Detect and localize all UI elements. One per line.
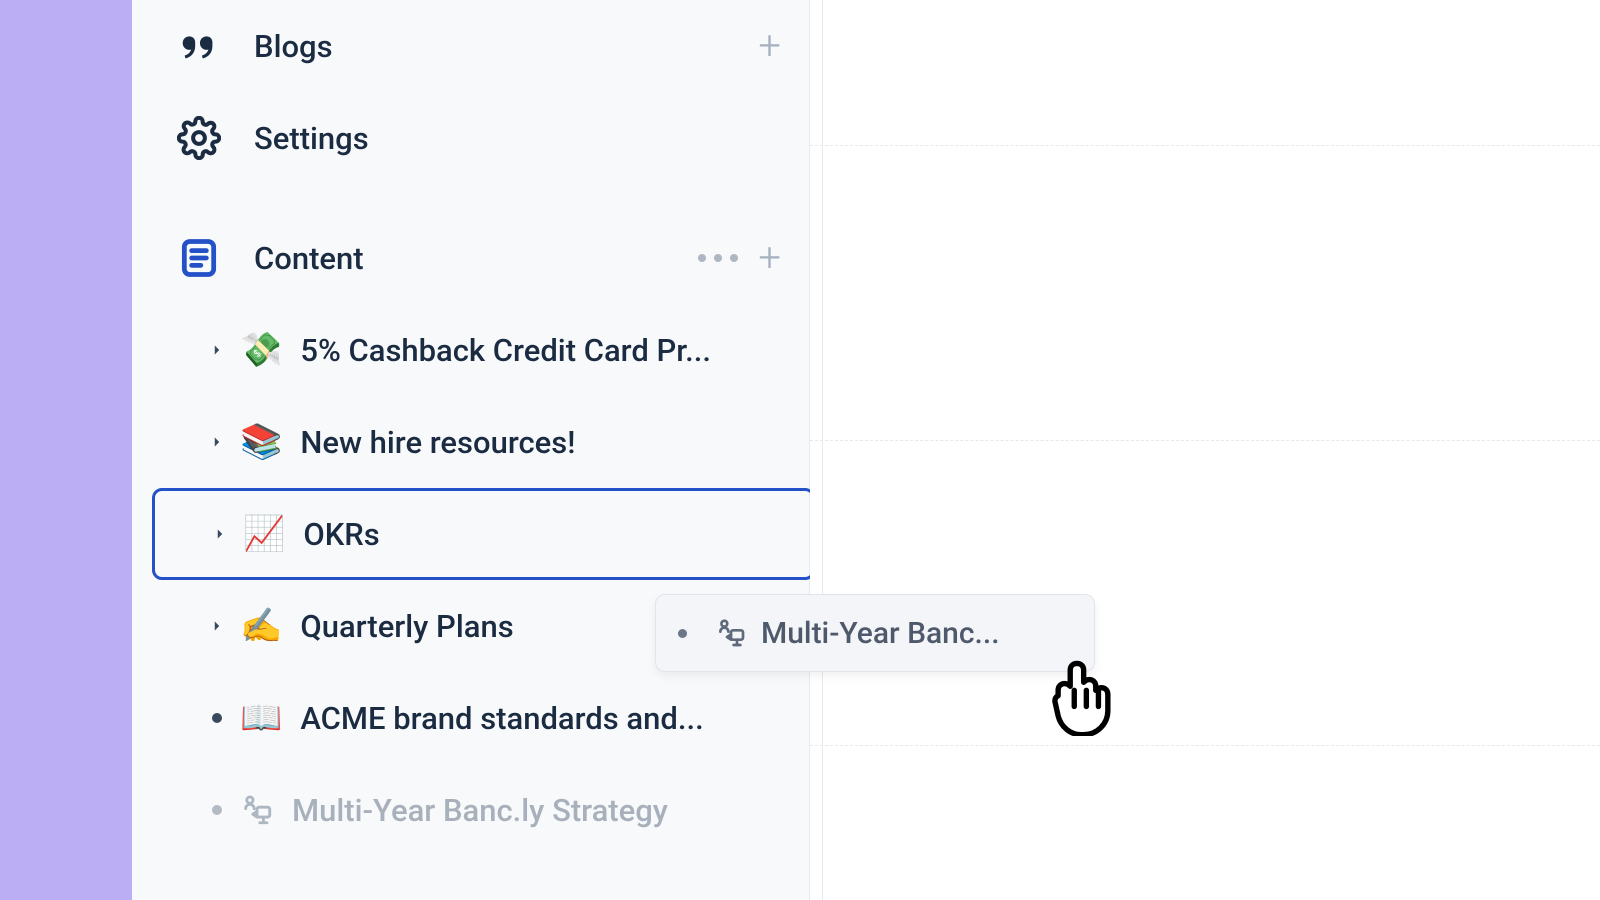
whiteboard-icon [240, 793, 274, 827]
add-blog-button[interactable]: + [758, 26, 781, 66]
bullet-icon [678, 629, 687, 638]
sidebar-item-label: Quarterly Plans [300, 608, 513, 645]
bullet-icon [202, 713, 232, 723]
grid-line [810, 440, 1600, 441]
sidebar-item-label: Blogs [254, 28, 758, 65]
open-book-emoji-icon: 📖 [240, 698, 282, 738]
grid-line [822, 0, 823, 900]
writing-emoji-icon: ✍️ [240, 606, 282, 646]
sidebar-item-settings[interactable]: Settings [132, 92, 809, 184]
grid-line [810, 745, 1600, 746]
drag-ghost[interactable]: Multi-Year Banc... [655, 594, 1095, 672]
sidebar-item-new-hire[interactable]: 📚 New hire resources! [132, 396, 809, 488]
grid-line [810, 145, 1600, 146]
sidebar-item-label: Multi-Year Banc.ly Strategy [292, 792, 668, 829]
drag-ghost-label: Multi-Year Banc... [761, 616, 1000, 651]
bullet-icon [202, 805, 232, 815]
sidebar-item-label: 5% Cashback Credit Card Pr... [300, 332, 711, 369]
money-emoji-icon: 💸 [240, 330, 282, 370]
sidebar-item-label: OKRs [303, 516, 379, 553]
sidebar-section-label: Content [254, 240, 698, 277]
chevron-right-icon[interactable] [202, 617, 232, 635]
chevron-right-icon[interactable] [202, 341, 232, 359]
sidebar-item-label: ACME brand standards and... [300, 700, 703, 737]
main-content [810, 0, 1600, 900]
sidebar-item-okrs[interactable]: 📈 OKRs [152, 488, 815, 580]
document-icon [172, 236, 226, 280]
app-root: Blogs + Settings Content + [0, 0, 1600, 900]
sidebar: Blogs + Settings Content + [132, 0, 810, 900]
grab-cursor-icon [1042, 650, 1128, 740]
section-add-button[interactable]: + [758, 238, 781, 278]
chart-emoji-icon: 📈 [243, 514, 285, 554]
quote-icon [172, 23, 226, 69]
sidebar-section-content[interactable]: Content + [132, 212, 809, 304]
gear-icon [172, 116, 226, 160]
app-rail [0, 0, 132, 900]
books-emoji-icon: 📚 [240, 422, 282, 462]
section-more-button[interactable] [698, 254, 738, 262]
sidebar-item-multi-year-placeholder[interactable]: Multi-Year Banc.ly Strategy [132, 764, 809, 856]
whiteboard-icon [715, 617, 747, 649]
sidebar-item-acme-brand[interactable]: 📖 ACME brand standards and... [132, 672, 809, 764]
chevron-right-icon[interactable] [202, 433, 232, 451]
sidebar-item-blogs[interactable]: Blogs + [132, 0, 809, 92]
sidebar-item-label: New hire resources! [300, 424, 575, 461]
chevron-right-icon[interactable] [205, 525, 235, 543]
sidebar-item-cashback[interactable]: 💸 5% Cashback Credit Card Pr... [132, 304, 809, 396]
sidebar-item-label: Settings [254, 120, 781, 157]
